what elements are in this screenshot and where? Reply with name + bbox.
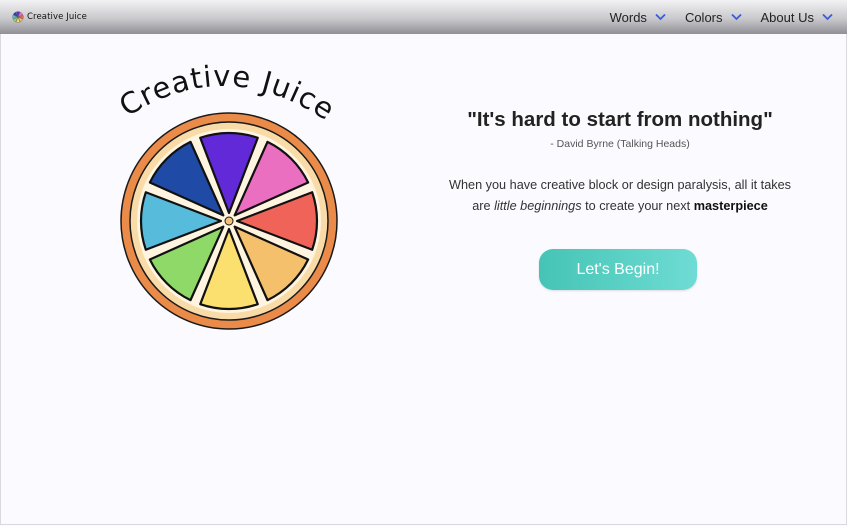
brand[interactable]: Creative Juice — [12, 9, 87, 25]
description-emphasis: little beginnings — [494, 199, 582, 213]
nav-item-colors[interactable]: Colors — [685, 10, 742, 25]
hero-logo: Creative Juice — [103, 58, 353, 338]
orange-slice-icon: Creative Juice — [113, 59, 340, 330]
navbar: Creative Juice Words Colors About Us — [0, 0, 847, 34]
nav-label-words: Words — [609, 9, 647, 25]
nav-label-colors: Colors — [684, 9, 723, 25]
quote-attribution: - David Byrne (Talking Heads) — [550, 138, 690, 150]
quote-heading: "It's hard to start from nothing" — [467, 108, 773, 131]
nav-menu: Words Colors About Us — [591, 0, 833, 34]
nav-item-about-us[interactable]: About Us — [761, 10, 833, 25]
nav-item-words[interactable]: Words — [610, 10, 666, 25]
chevron-down-icon — [822, 13, 833, 21]
chevron-down-icon — [655, 13, 666, 21]
orange-slice-icon — [12, 11, 24, 23]
brand-name: Creative Juice — [27, 12, 87, 22]
nav-label-about-us: About Us — [760, 9, 814, 25]
description: When you have creative block or design p… — [440, 175, 800, 217]
chevron-down-icon — [730, 13, 742, 21]
orange-core — [224, 216, 234, 226]
lets-begin-button[interactable]: Let's Begin! — [539, 249, 697, 290]
description-strong: masterpiece — [693, 199, 768, 213]
description-text-2: to create your next — [581, 199, 694, 213]
